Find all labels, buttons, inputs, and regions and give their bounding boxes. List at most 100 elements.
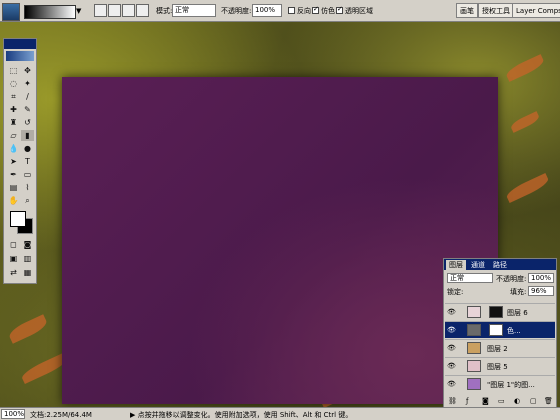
status-bar: 100% 文档:2.25M/64.4M ▶ 点按并拖移以调整变化。使用附加选项，… [0, 407, 560, 420]
quick-mask-mode-icon[interactable]: ◙ [21, 239, 34, 250]
layer-row[interactable]: 👁 图层 5 [445, 357, 555, 374]
gradient-picker[interactable] [24, 5, 76, 19]
decorative-swirl [504, 54, 546, 82]
healing-brush-tool-icon[interactable]: ✚ [7, 104, 20, 115]
decorative-swirl [509, 111, 541, 133]
fill-label: 填充: [510, 288, 527, 296]
notes-tool-icon[interactable]: ▤ [7, 182, 20, 193]
layer-style-icon[interactable]: ƒ [466, 397, 468, 405]
marquee-tool-icon[interactable]: ⬚ [7, 65, 20, 76]
layers-panel: 图层 通道 路径 正常 不透明度: 100% 锁定: 填充: 96% 👁 图层 … [443, 258, 557, 410]
layer-name: 图层 2 [487, 345, 508, 353]
tab-tool-presets[interactable]: 授权工具 [478, 3, 514, 18]
zoom-tool-icon[interactable]: ⌕ [21, 195, 34, 206]
reverse-label: 反向 [297, 7, 311, 15]
link-icon[interactable]: ⛓ [448, 397, 457, 405]
reverse-checkbox[interactable] [288, 7, 295, 14]
screen-mode-full-icon[interactable]: ▥ [21, 253, 34, 264]
pen-tool-icon[interactable]: ✒ [7, 169, 20, 180]
options-bar: ▼ 模式: 正常 不透明度: 100% 反向 仿色 透明区域 画笔 授权工具 L… [0, 0, 560, 22]
screen-mode-standard-icon[interactable]: ▣ [7, 253, 20, 264]
layer-name: 色... [507, 327, 521, 335]
decorative-swirl [6, 314, 50, 344]
eye-icon[interactable]: 👁 [447, 308, 456, 316]
lasso-tool-icon[interactable]: ◌ [7, 78, 20, 89]
foreground-color-swatch[interactable] [10, 211, 26, 227]
transparency-checkbox[interactable] [336, 5, 343, 14]
layer-mask-thumbnail [489, 324, 503, 336]
trash-icon[interactable]: 🗑 [544, 397, 553, 405]
document-size[interactable]: 文档:2.25M/64.4M [30, 410, 92, 420]
shape-tool-icon[interactable]: ▭ [21, 169, 34, 180]
layer-opacity-label: 不透明度: [496, 275, 527, 283]
blend-mode-select[interactable]: 正常 [447, 273, 493, 283]
layer-name: "图层 1"的图... [487, 381, 535, 389]
layer-row[interactable]: 👁 图层 6 [445, 303, 555, 320]
crop-tool-icon[interactable]: ⌗ [7, 91, 20, 102]
layer-thumbnail [467, 306, 481, 318]
transparency-label: 透明区域 [345, 7, 373, 15]
lock-label: 锁定: [447, 288, 464, 296]
layer-name: 图层 6 [507, 309, 528, 317]
eye-icon[interactable]: 👁 [447, 326, 456, 334]
new-layer-icon[interactable]: ▢ [530, 397, 537, 405]
new-adjustment-layer-icon[interactable]: ◐ [514, 397, 520, 405]
tab-layers[interactable]: 图层 [446, 260, 466, 270]
gradient-tool-icon[interactable]: ▮ [21, 130, 34, 141]
photoshop-icon[interactable] [2, 3, 20, 21]
new-group-icon[interactable]: ▭ [498, 397, 505, 405]
dodge-tool-icon[interactable]: ● [21, 143, 34, 154]
layer-row[interactable]: 👁 "图层 1"的图... [445, 375, 555, 392]
history-brush-tool-icon[interactable]: ↺ [21, 117, 34, 128]
dither-checkbox[interactable] [312, 5, 319, 14]
layer-opacity-input[interactable]: 100% [528, 273, 554, 283]
screen-mode-menu-icon[interactable]: ▦ [21, 267, 34, 278]
opacity-input[interactable]: 100% [252, 4, 282, 17]
add-mask-icon[interactable]: ◙ [482, 397, 489, 405]
fill-input[interactable]: 96% [528, 286, 554, 296]
eye-icon[interactable]: 👁 [447, 344, 456, 352]
hand-tool-icon[interactable]: ✋ [7, 195, 20, 206]
layer-thumbnail [467, 360, 481, 372]
blur-tool-icon[interactable]: 💧 [7, 143, 20, 154]
purple-layer-rectangle [62, 77, 498, 404]
jump-to-imageready-icon[interactable]: ⇄ [7, 267, 20, 278]
move-tool-icon[interactable]: ✥ [21, 65, 34, 76]
layer-thumbnail [467, 378, 481, 390]
reflected-gradient-button[interactable] [136, 4, 149, 17]
linear-gradient-button[interactable] [94, 4, 107, 17]
type-tool-icon[interactable]: T [21, 156, 34, 167]
eye-icon[interactable]: 👁 [447, 380, 456, 388]
layer-name: 图层 5 [487, 363, 508, 371]
angle-gradient-button[interactable] [122, 4, 135, 17]
tab-layer-comps[interactable]: Layer Comps [512, 3, 560, 18]
tool-hint: ▶ 点按并拖移以调整变化。使用附加选项，使用 Shift、Alt 和 Ctrl … [130, 411, 353, 419]
brush-tool-icon[interactable]: ✎ [21, 104, 34, 115]
path-selection-tool-icon[interactable]: ➤ [7, 156, 20, 167]
eye-icon[interactable]: 👁 [447, 362, 456, 370]
chevron-down-icon[interactable]: ▼ [76, 7, 81, 15]
standard-mode-icon[interactable]: ◻ [7, 239, 20, 250]
layer-row[interactable]: 👁 图层 2 [445, 339, 555, 356]
magic-wand-tool-icon[interactable]: ✦ [21, 78, 34, 89]
layer-thumbnail [467, 342, 481, 354]
layers-panel-tabs: 图层 通道 路径 [444, 259, 556, 270]
slice-tool-icon[interactable]: ∕ [21, 91, 34, 102]
toolbox: ⬚ ✥ ◌ ✦ ⌗ ∕ ✚ ✎ ♜ ↺ ▱ ▮ 💧 ● ➤ T ✒ ▭ ▤ ⌇ … [3, 38, 37, 284]
eraser-tool-icon[interactable]: ▱ [7, 130, 20, 141]
tab-brushes[interactable]: 画笔 [456, 3, 478, 18]
toolbox-title-bar[interactable] [4, 39, 36, 49]
layer-row-selected[interactable]: 👁 色... [445, 321, 555, 338]
zoom-input[interactable]: 100% [1, 409, 25, 419]
radial-gradient-button[interactable] [108, 4, 121, 17]
eyedropper-tool-icon[interactable]: ⌇ [21, 182, 34, 193]
tab-paths[interactable]: 路径 [490, 260, 510, 270]
layer-mask-thumbnail [489, 306, 503, 318]
mode-label: 模式: [156, 7, 173, 15]
clone-stamp-tool-icon[interactable]: ♜ [7, 117, 20, 128]
tab-channels[interactable]: 通道 [468, 260, 488, 270]
mode-select[interactable]: 正常 [172, 4, 216, 17]
decorative-swirl [504, 173, 551, 203]
opacity-label: 不透明度: [221, 7, 252, 15]
toolbox-banner [6, 51, 34, 61]
